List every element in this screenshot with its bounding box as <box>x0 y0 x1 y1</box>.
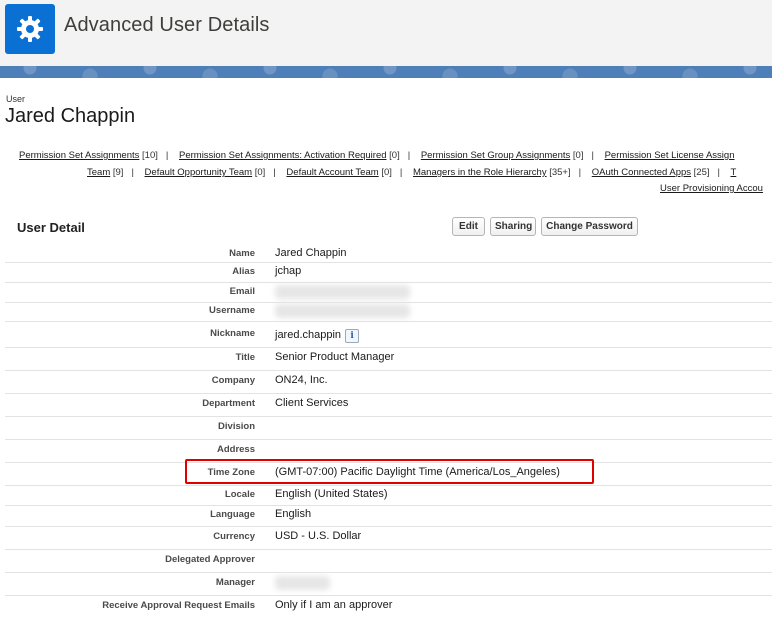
field-row-alias: Alias jchap <box>5 263 772 283</box>
nickname-value: jared.chappin <box>275 329 342 341</box>
object-type-label: User <box>6 94 26 104</box>
field-row-locale: Locale English (United States) <box>5 486 772 506</box>
field-value: English (United States) <box>275 488 388 500</box>
related-link-team[interactable]: Team <box>87 167 110 178</box>
link-count: [9] <box>112 167 124 178</box>
field-row-name: Name Jared Chappin <box>5 244 772 263</box>
field-value: Client Services <box>275 397 349 409</box>
section-title: User Detail <box>17 220 85 235</box>
field-label: Currency <box>213 531 255 542</box>
related-links-row-1: Permission Set Assignments [10] | Permiss… <box>19 150 735 161</box>
field-row-receive-approval-emails: Receive Approval Request Emails Only if … <box>5 596 772 618</box>
field-label: Title <box>235 352 255 363</box>
field-label: Receive Approval Request Emails <box>102 600 255 611</box>
info-icon[interactable]: i <box>345 329 360 343</box>
field-value: English <box>275 508 312 520</box>
related-link-oauth-connected-apps[interactable]: OAuth Connected Apps <box>592 167 691 178</box>
field-row-email: Email <box>5 283 772 303</box>
field-row-company: Company ON24, Inc. <box>5 371 772 394</box>
time-zone-highlight-box <box>185 459 594 484</box>
field-value-redacted <box>275 576 330 593</box>
edit-button[interactable]: Edit <box>452 217 485 236</box>
field-value: Only if I am an approver <box>275 599 393 611</box>
field-value: Jared Chappin <box>275 247 347 259</box>
field-label: Division <box>218 421 255 432</box>
related-link-user-provisioning-accounts[interactable]: User Provisioning Accou <box>660 183 763 194</box>
related-link-permission-set-assignments-activation[interactable]: Permission Set Assignments: Activation R… <box>179 150 387 161</box>
field-label: Company <box>211 375 255 386</box>
field-value-redacted <box>275 304 410 321</box>
field-label: Username <box>209 305 255 316</box>
field-label: Alias <box>232 266 255 277</box>
redacted-email <box>275 285 410 299</box>
link-count: [0] <box>254 167 266 178</box>
link-count: [25] <box>693 167 710 178</box>
field-value: USD - U.S. Dollar <box>275 530 362 542</box>
page-title: Jared Chappin <box>5 105 136 127</box>
field-row-nickname: Nickname jared.chappin i <box>5 322 772 348</box>
field-label: Manager <box>215 577 255 588</box>
field-row-title: Title Senior Product Manager <box>5 348 772 371</box>
user-detail-page: User Jared Chappin Permission Set Assign… <box>0 78 772 611</box>
field-row-delegated-approver: Delegated Approver <box>5 550 772 573</box>
related-link-permission-set-assignments[interactable]: Permission Set Assignments <box>19 150 139 161</box>
field-row-currency: Currency USD - U.S. Dollar <box>5 527 772 550</box>
related-links-row-3: User Provisioning Accou <box>660 183 763 194</box>
field-value: Senior Product Manager <box>275 351 395 363</box>
link-count: [35+] <box>549 167 571 178</box>
app-title: Advanced User Details <box>64 14 270 36</box>
field-row-language: Language English <box>5 506 772 527</box>
redacted-manager <box>275 576 330 590</box>
field-label: Locale <box>224 489 255 500</box>
field-value-redacted <box>275 285 410 302</box>
change-password-button[interactable]: Change Password <box>541 217 638 236</box>
app-header: Advanced User Details <box>0 0 772 66</box>
link-count: [10] <box>142 150 158 161</box>
field-label: Department <box>202 398 255 409</box>
gear-icon <box>5 4 55 54</box>
link-count: [0] <box>389 150 400 161</box>
header-banner <box>0 66 772 78</box>
related-link-default-account-team[interactable]: Default Account Team <box>286 167 378 178</box>
field-row-department: Department Client Services <box>5 394 772 417</box>
link-count: [0] <box>572 150 584 161</box>
field-row-username: Username <box>5 302 772 322</box>
field-label: Email <box>229 286 255 297</box>
field-label: Name <box>229 248 255 259</box>
field-value: ON24, Inc. <box>275 374 328 386</box>
redacted-username <box>275 304 410 318</box>
related-link-managers-role-hierarchy[interactable]: Managers in the Role Hierarchy <box>413 167 547 178</box>
field-label: Delegated Approver <box>165 554 255 565</box>
related-link-default-opportunity-team[interactable]: Default Opportunity Team <box>145 167 253 178</box>
field-label: Address <box>216 444 255 455</box>
related-link-permission-set-group-assignments[interactable]: Permission Set Group Assignments <box>421 150 570 161</box>
field-label: Language <box>210 509 255 520</box>
related-link-truncated[interactable]: T <box>730 167 736 178</box>
link-count: [0] <box>381 167 392 178</box>
field-label: Nickname <box>210 328 255 339</box>
related-link-permission-set-license-assignments[interactable]: Permission Set License Assign <box>605 150 735 161</box>
field-value: jchap <box>275 265 302 277</box>
related-links-row-2: Team [9] | Default Opportunity Team [0] | … <box>87 167 737 178</box>
field-row-manager: Manager <box>5 573 772 596</box>
field-row-division: Division <box>5 417 772 440</box>
sharing-button[interactable]: Sharing <box>490 217 536 236</box>
field-value: jared.chappin i <box>275 329 360 343</box>
